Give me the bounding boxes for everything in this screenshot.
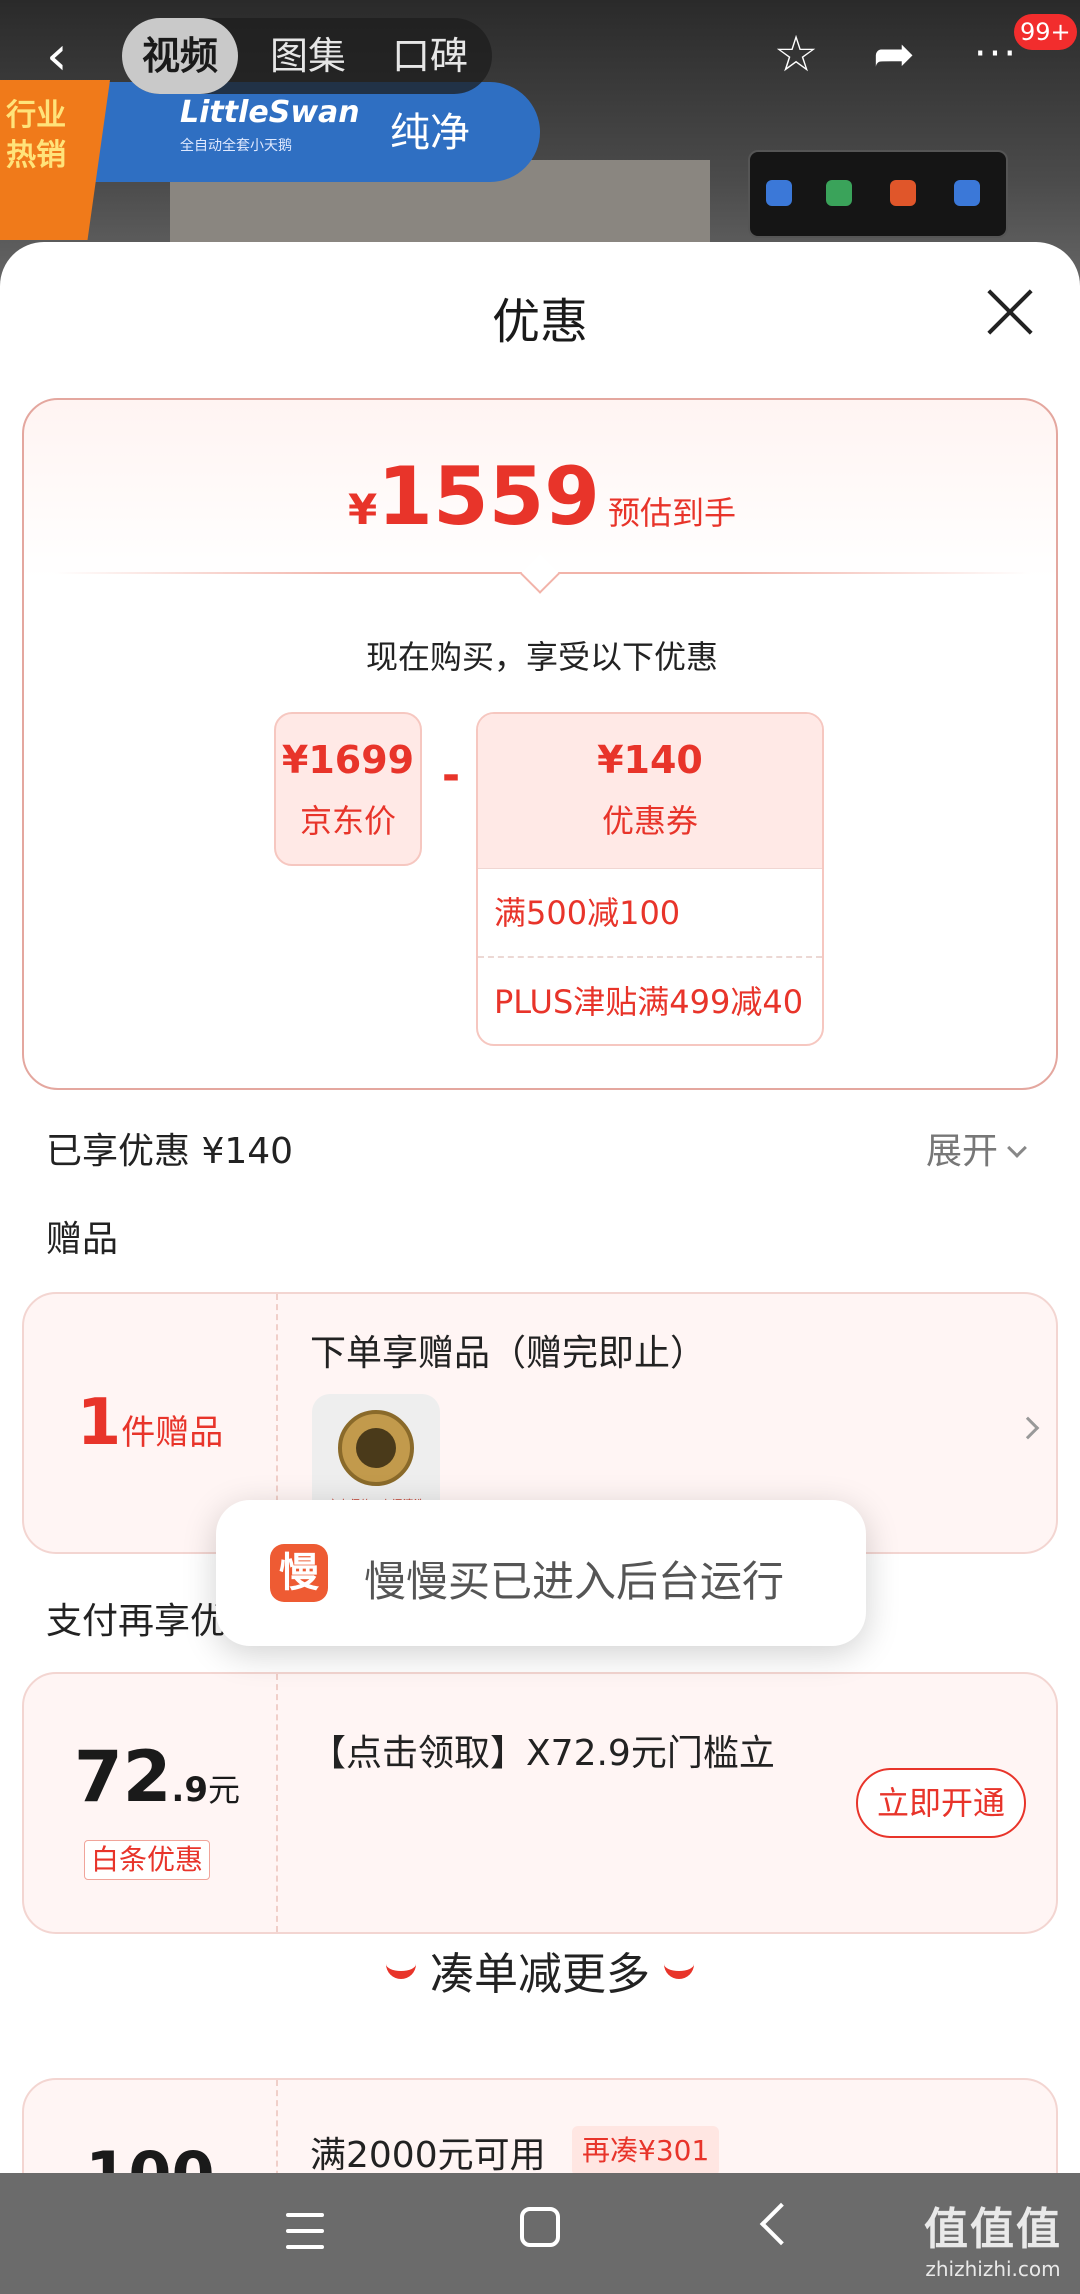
buy-now-text: 现在购买，享受以下优惠: [365, 638, 718, 676]
home-icon[interactable]: [520, 2207, 560, 2247]
expand-button[interactable]: 展开: [926, 1122, 1027, 1174]
jd-price-box: ¥1699 京东价: [274, 712, 422, 866]
bundle-tag: 再凑¥301: [572, 2126, 720, 2176]
bundle-condition: 满2000元可用: [310, 2135, 546, 2176]
payment-amount: 72.9元: [74, 1736, 241, 1818]
toast: 慢 慢慢买已进入后台运行: [216, 1500, 866, 1646]
notification-badge: 99+: [1014, 14, 1077, 50]
divider-notch: [520, 554, 560, 594]
tab-reviews[interactable]: 口碑: [392, 18, 468, 94]
price-card: ¥1559 预估到手 现在购买，享受以下优惠 ¥1699 京东价 - ¥140 优…: [22, 398, 1058, 1090]
jd-price-value: ¥1699: [281, 738, 415, 782]
sheet-title: 优惠: [491, 294, 588, 350]
tab-video[interactable]: 视频: [122, 18, 239, 94]
chevron-down-icon: [1007, 1138, 1027, 1158]
final-price-label: 预估到手: [607, 494, 736, 532]
app-icon: 慢: [270, 1544, 328, 1602]
brand-sub: 全自动全套小天鹅: [180, 138, 292, 154]
close-icon[interactable]: [980, 282, 1040, 342]
coupon-value: ¥140: [597, 738, 703, 782]
gift-title: 下单享赠品（赠完即止）: [310, 1333, 707, 1374]
final-price-value: 1559: [377, 450, 600, 543]
share-icon[interactable]: ➦: [864, 24, 924, 84]
warranty-seal-icon: [338, 1410, 414, 1486]
media-tabs: 视频 图集 口碑: [122, 18, 492, 94]
coupon-row: PLUS津贴满499减40: [478, 956, 822, 1044]
activate-button[interactable]: 立即开通: [856, 1768, 1026, 1838]
coupon-box: ¥140 优惠券 满500减100 PLUS津贴满499减40: [476, 712, 824, 1046]
jd-price-label: 京东价: [299, 802, 396, 840]
coupon-label: 优惠券: [601, 802, 698, 840]
back-icon[interactable]: ‹: [46, 26, 98, 86]
minus-sign: -: [441, 750, 461, 801]
chevron-right-icon[interactable]: [1016, 1416, 1040, 1440]
smile-mark-icon: [664, 1963, 694, 1979]
menu-icon[interactable]: [286, 2213, 324, 2249]
smile-mark-icon: [386, 1963, 416, 1979]
payment-card[interactable]: 72.9元 白条优惠 【点击领取】X72.9元门槛立 立即开通: [22, 1672, 1058, 1934]
toast-text: 慢慢买已进入后台运行: [364, 1557, 785, 1606]
star-icon[interactable]: ☆: [766, 24, 826, 84]
back-icon[interactable]: [759, 2202, 803, 2246]
enjoyed-discount: 已享优惠 ¥140: [46, 1131, 294, 1172]
payment-tag: 白条优惠: [84, 1840, 211, 1880]
top-nav: ‹ 视频 图集 口碑 ☆ ➦ ··· 99+: [0, 0, 1080, 110]
bundle-section-title: 凑单减更多: [0, 1938, 1080, 2002]
system-nav-bar: 值值值 zhizhizhi.com: [0, 2173, 1080, 2294]
final-price: ¥1559 预估到手: [348, 450, 736, 543]
tab-gallery[interactable]: 图集: [270, 18, 346, 94]
discount-sheet: 优惠 ¥1559 预估到手 现在购买，享受以下优惠 ¥1699 京东价 - ¥14…: [0, 242, 1080, 2294]
coupon-row: 满500减100: [478, 868, 822, 956]
watermark: 值值值 zhizhizhi.com: [924, 2204, 1062, 2281]
gift-section-title: 赠品: [46, 1219, 119, 1260]
control-panel-photo: [748, 150, 1008, 238]
payment-desc: 【点击领取】X72.9元门槛立: [310, 1733, 775, 1774]
